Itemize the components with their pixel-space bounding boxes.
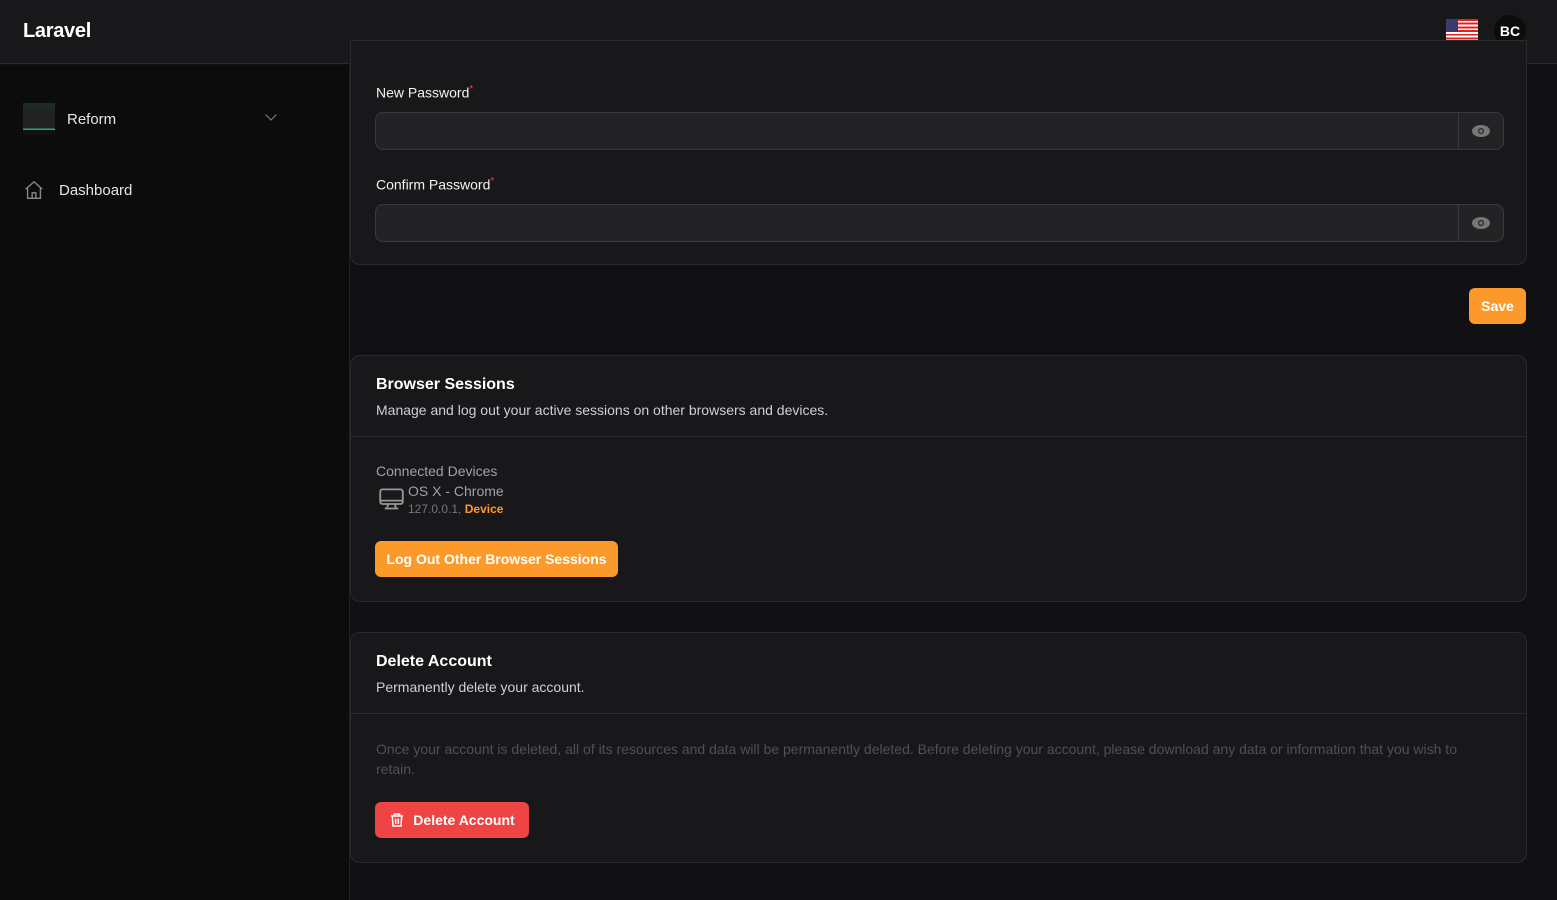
team-thumbnail [23,103,55,135]
device-name: OS X - Chrome [408,483,504,499]
divider [351,713,1526,714]
chevron-down-icon [265,109,277,121]
new-password-input[interactable] [375,112,1504,150]
section-title: Delete Account [376,653,492,670]
sidebar: Reform Dashboard [0,65,350,900]
sidebar-item-dashboard[interactable]: Dashboard [23,179,132,201]
browser-sessions-card: Browser Sessions Manage and log out your… [350,355,1527,602]
save-button[interactable]: Save [1469,288,1526,324]
logout-other-sessions-button[interactable]: Log Out Other Browser Sessions [375,541,618,577]
connected-devices-label: Connected Devices [376,463,498,479]
delete-warning: Once your account is deleted, all of its… [376,741,1457,777]
team-name: Reform [67,110,117,128]
desktop-icon [379,488,404,510]
confirm-password-label: Confirm Password* [376,176,495,193]
app-logo[interactable]: Laravel [23,20,91,43]
device-meta: 127.0.0.1, Device [408,502,504,516]
sidebar-item-label: Dashboard [59,181,133,199]
home-icon [25,180,43,199]
device-tag: Device [464,502,504,516]
section-title: Browser Sessions [376,376,515,393]
section-description: Manage and log out your active sessions … [376,402,829,418]
divider [351,436,1526,437]
eye-icon[interactable] [1458,113,1503,149]
update-password-card: New Password* Confirm Password* [350,40,1527,265]
trash-icon [391,813,404,827]
eye-icon[interactable] [1458,205,1503,241]
delete-account-button[interactable]: Delete Account [375,802,529,838]
new-password-label: New Password* [376,84,474,101]
section-description: Permanently delete your account. [376,679,585,695]
delete-account-card: Delete Account Permanently delete your a… [350,632,1527,863]
team-switcher[interactable]: Reform [23,103,283,135]
confirm-password-input[interactable] [375,204,1504,242]
